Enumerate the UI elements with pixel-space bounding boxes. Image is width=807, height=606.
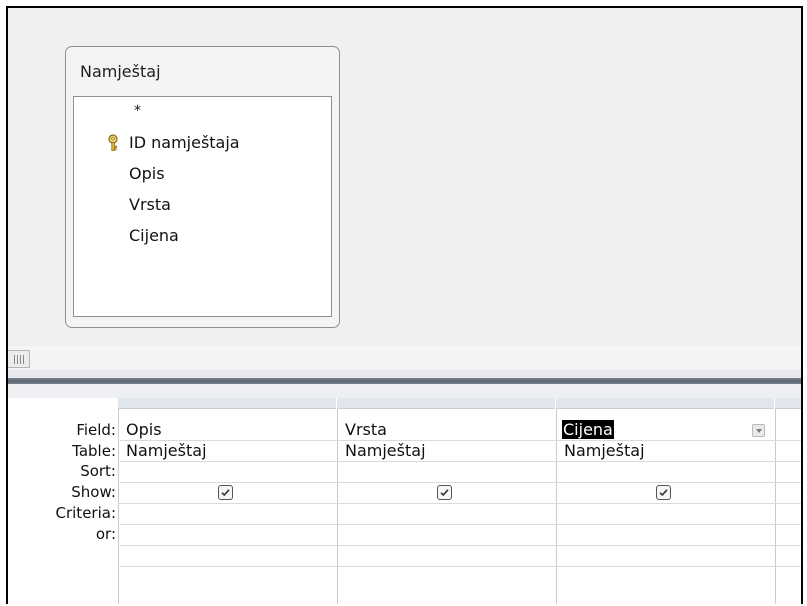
field-dropdown-button[interactable]	[752, 424, 765, 437]
row-divider	[118, 566, 801, 567]
horizontal-scrollbar[interactable]	[8, 346, 801, 371]
show-checkbox[interactable]	[437, 485, 452, 500]
checkmark-icon	[440, 489, 449, 497]
checkmark-icon	[221, 489, 230, 497]
field-cell[interactable]: Vrsta	[345, 420, 387, 440]
table-cell[interactable]: Namještaj	[345, 441, 426, 461]
show-checkbox[interactable]	[218, 485, 233, 500]
column-selector[interactable]	[775, 398, 801, 409]
field-cell-selected[interactable]: Cijena	[562, 420, 614, 440]
row-divider	[118, 524, 801, 525]
row-label-table: Table:	[72, 442, 116, 460]
row-label-criteria: Criteria:	[55, 504, 117, 522]
splitter-highlight	[8, 370, 801, 378]
checkmark-icon	[659, 489, 668, 497]
row-divider	[118, 482, 801, 483]
column-selector[interactable]	[337, 398, 555, 409]
splitter-shadow	[8, 384, 801, 398]
table-title[interactable]: Namještaj	[80, 62, 161, 81]
column-selector[interactable]	[556, 398, 774, 409]
column-selector[interactable]	[118, 398, 336, 409]
field-opis[interactable]: Opis	[129, 164, 165, 184]
field-cijena[interactable]: Cijena	[129, 226, 179, 246]
field-cell[interactable]: Opis	[126, 420, 162, 440]
field-id-namjestaja[interactable]: ID namještaja	[129, 133, 240, 153]
row-label-sort: Sort:	[80, 462, 116, 480]
scrollbar-thumb[interactable]	[8, 350, 30, 368]
query-design-grid: Field: Table: Sort: Show: Criteria: or: …	[8, 398, 801, 604]
grid-column-4	[775, 409, 801, 604]
field-list: * ID namještaja Opis Vrsta Cijena	[73, 96, 332, 317]
row-labels: Field: Table: Sort: Show: Criteria: or:	[8, 398, 118, 604]
table-cell[interactable]: Namještaj	[564, 441, 645, 461]
row-label-or: or:	[95, 525, 116, 543]
row-label-show: Show:	[71, 483, 116, 501]
row-divider	[118, 545, 801, 546]
row-divider	[118, 503, 801, 504]
table-cell[interactable]: Namještaj	[126, 441, 207, 461]
table-diagram-pane: Namještaj * ID namještaja Opis Vrsta Cij…	[8, 8, 801, 346]
selected-field-text[interactable]: Cijena	[562, 420, 614, 439]
show-checkbox[interactable]	[656, 485, 671, 500]
primary-key-icon	[108, 134, 118, 151]
query-design-window: Namještaj * ID namještaja Opis Vrsta Cij…	[6, 6, 803, 604]
row-divider	[118, 461, 801, 462]
field-all-columns[interactable]: *	[134, 101, 141, 121]
table-field-list-window[interactable]: Namještaj * ID namještaja Opis Vrsta Cij…	[65, 46, 340, 328]
row-divider	[118, 440, 801, 441]
row-label-field: Field:	[76, 421, 116, 439]
field-vrsta[interactable]: Vrsta	[129, 195, 171, 215]
